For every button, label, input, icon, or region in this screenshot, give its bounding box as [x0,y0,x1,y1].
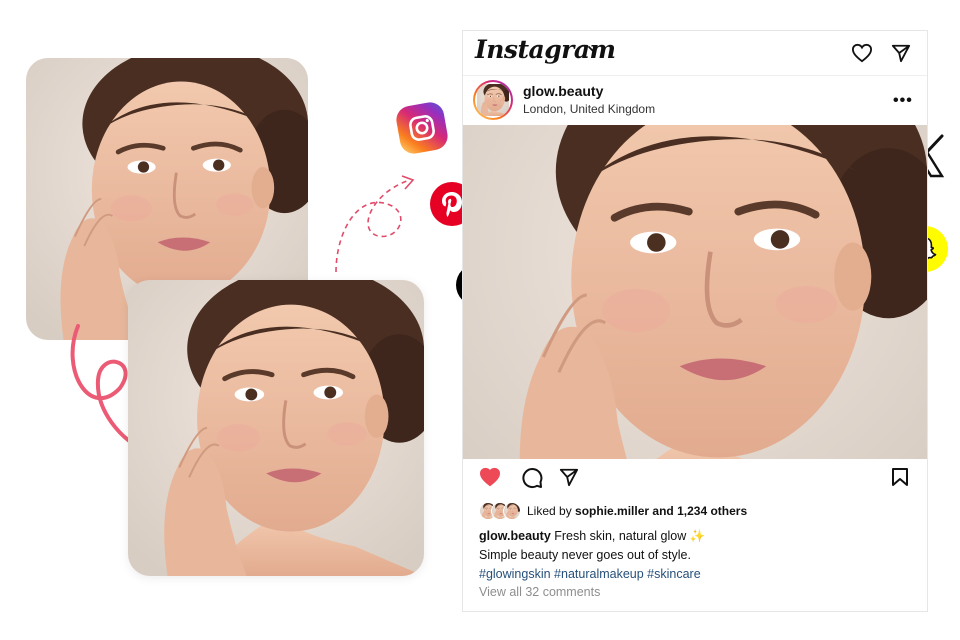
caption-text: Fresh skin, natural glow ✨ [554,529,706,543]
post-image[interactable] [463,125,927,459]
heart-icon[interactable] [479,467,501,487]
liked-by-prefix: Liked by [527,504,572,518]
caption-line: Simple beauty never goes out of style. [479,548,691,562]
likes-text[interactable]: Liked by sophie.miller and 1,234 others [527,504,747,518]
share-icon[interactable] [559,467,579,487]
view-comments-link[interactable]: View all 32 comments [479,585,600,599]
chevron-down-icon[interactable] [587,43,599,55]
app-header: Instagram [463,31,927,76]
after-photo [128,280,424,576]
instagram-post-card: Instagram glow.beauty London, United Kin… [462,30,928,612]
caption-username[interactable]: glow.beauty [479,529,551,543]
liker-avatar [503,502,521,520]
bookmark-icon[interactable] [891,467,909,487]
post-actions-bar [463,459,927,499]
heart-icon[interactable] [851,43,873,63]
post-author-row: glow.beauty London, United Kingdom ••• [463,75,927,125]
send-icon[interactable] [891,43,911,63]
post-caption: glow.beauty Fresh skin, natural glow ✨ S… [479,527,909,584]
hashtags[interactable]: #glowingskin #naturalmakeup #skincare [479,565,909,584]
more-options-icon[interactable]: ••• [893,93,913,109]
likes-row: Liked by sophie.miller and 1,234 others [479,501,747,521]
post-location[interactable]: London, United Kingdom [523,102,655,116]
liked-by-count[interactable]: and 1,234 others [652,504,747,518]
comment-icon[interactable] [521,467,543,489]
liked-by-user[interactable]: sophie.miller [575,504,649,518]
instagram-logo-icon [394,100,450,156]
avatar[interactable] [473,80,513,120]
post-username[interactable]: glow.beauty [523,83,603,99]
